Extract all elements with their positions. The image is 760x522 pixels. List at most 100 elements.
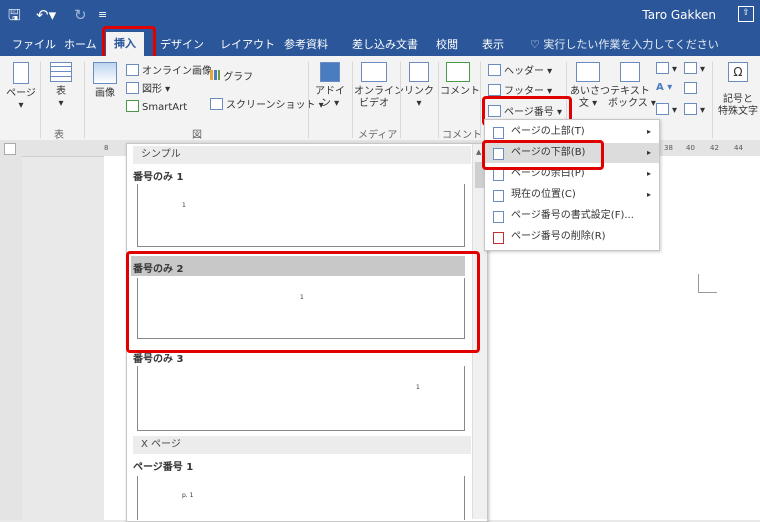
wordart-button[interactable]: A ▾ — [656, 82, 672, 93]
picture-button[interactable]: 画像 — [90, 62, 120, 100]
vertical-ruler[interactable] — [0, 156, 22, 520]
greeting-icon — [576, 62, 600, 82]
footer-icon — [488, 84, 501, 96]
divider — [84, 62, 85, 138]
signature-line-button[interactable]: ▾ — [684, 62, 705, 75]
store-icon — [320, 62, 340, 82]
tab-file[interactable]: ファイル — [12, 36, 56, 52]
divider — [308, 62, 309, 138]
page-number-menu[interactable]: ページの上部(T) ▸ ページの下部(B) ▸ ページの余白(P) ▸ 現在の位… — [484, 119, 660, 251]
online-pictures-button[interactable]: オンライン画像 — [126, 62, 212, 77]
chart-icon — [210, 70, 220, 80]
group-comment-label: コメント — [442, 130, 482, 141]
link-button[interactable]: リンク ▾ — [404, 62, 434, 110]
user-name[interactable]: Taro Gakken — [642, 8, 716, 22]
textbox-icon — [620, 62, 640, 82]
screenshot-button[interactable]: スクリーンショット ▾ — [210, 96, 324, 111]
smartart-icon — [126, 100, 139, 112]
date-time-button[interactable] — [684, 82, 700, 95]
undo-icon[interactable]: ↶▾ — [36, 6, 56, 24]
object-icon — [684, 103, 697, 115]
date-icon — [684, 82, 697, 94]
greeting-button[interactable]: あいさつ文 ▾ — [570, 62, 610, 110]
current-position-icon — [493, 190, 504, 202]
addins-button[interactable]: アドイン ▾ — [312, 62, 348, 110]
object-button[interactable]: ▾ — [684, 103, 705, 116]
scroll-up-icon[interactable]: ▲ — [476, 148, 481, 156]
remove-icon — [493, 232, 504, 244]
comment-icon — [446, 62, 470, 82]
redo-icon[interactable]: ↻ — [74, 6, 87, 24]
save-icon[interactable]: 🖫 — [8, 6, 21, 24]
page-icon — [13, 62, 29, 84]
gallery-item-page-x-1[interactable]: p. 1 — [137, 476, 465, 520]
drop-cap-button[interactable]: ▾ — [656, 103, 677, 116]
divider — [480, 62, 481, 138]
tab-review[interactable]: 校閲 — [436, 36, 458, 52]
tab-home[interactable]: ホーム — [64, 36, 97, 52]
ribbon-display-options-icon[interactable]: ⇧ — [738, 6, 754, 22]
comment-button[interactable]: コメント — [440, 62, 480, 98]
divider — [712, 62, 713, 138]
submenu-arrow-icon: ▸ — [646, 190, 651, 199]
shapes-button[interactable]: 図形 ▾ — [126, 80, 170, 95]
online-video-button[interactable]: オンライン ビデオ — [354, 62, 404, 110]
lightbulb-icon: ♡ — [530, 38, 544, 51]
textbox-button[interactable]: テキスト ボックス ▾ — [608, 62, 656, 110]
submenu-arrow-icon: ▸ — [646, 127, 651, 136]
submenu-arrow-icon: ▸ — [646, 148, 651, 157]
symbols-button[interactable]: Ω 記号と 特殊文字 — [716, 62, 760, 118]
gallery-item-plain-number-1[interactable]: 1 — [137, 184, 465, 247]
smartart-button[interactable]: SmartArt — [126, 100, 187, 113]
quick-parts-icon — [656, 62, 669, 74]
menu-item-current-position[interactable]: 現在の位置(C) ▸ — [485, 185, 659, 205]
table-button[interactable]: 表 ▾ — [46, 62, 76, 110]
highlight-plain-number-2 — [126, 251, 480, 353]
group-table-label: 表 — [54, 130, 64, 141]
group-media-label: メディア — [358, 130, 398, 141]
drop-cap-icon — [656, 103, 669, 115]
gallery-item-label: ページ番号 1 — [133, 462, 194, 473]
page-top-icon — [493, 127, 504, 139]
pages-button[interactable]: ページ ▾ — [6, 62, 36, 112]
gallery-item-label: 番号のみ 1 — [133, 172, 184, 183]
margin-corner-mark — [698, 274, 717, 293]
signature-icon — [684, 62, 697, 74]
link-icon — [409, 62, 429, 82]
group-figure-label: 図 — [192, 130, 202, 141]
menu-item-top-of-page[interactable]: ページの上部(T) ▸ — [485, 122, 659, 142]
tab-selector-icon[interactable] — [4, 143, 16, 155]
divider — [352, 62, 353, 138]
screenshot-icon — [210, 98, 223, 110]
menu-item-format-page-numbers[interactable]: ページ番号の書式設定(F)... — [485, 206, 659, 226]
online-picture-icon — [126, 64, 139, 76]
footer-button[interactable]: フッター ▾ — [488, 82, 552, 97]
gallery-section-header: シンプル — [133, 146, 471, 164]
quick-parts-button[interactable]: ▾ — [656, 62, 677, 75]
header-button[interactable]: ヘッダー ▾ — [488, 62, 552, 77]
tab-design[interactable]: デザイン — [160, 36, 204, 52]
highlight-bottom-of-page — [482, 140, 604, 170]
divider — [40, 62, 41, 138]
tab-view[interactable]: 表示 — [482, 36, 504, 52]
video-icon — [361, 62, 387, 82]
tell-me-search[interactable]: ♡ 実行したい作業を入力してください — [530, 36, 719, 52]
tab-references[interactable]: 参考資料 — [284, 36, 328, 52]
gallery-item-plain-number-3[interactable]: 1 — [137, 366, 465, 431]
divider — [400, 62, 401, 138]
omega-icon: Ω — [728, 62, 748, 82]
tab-mailings[interactable]: 差し込み文書 — [352, 36, 418, 52]
tab-layout[interactable]: レイアウト — [220, 36, 275, 52]
menu-item-remove-page-numbers[interactable]: ページ番号の削除(R) — [485, 227, 659, 247]
picture-icon — [93, 62, 117, 84]
format-icon — [493, 211, 504, 223]
wordart-icon: A — [656, 82, 664, 93]
customize-qat-icon[interactable]: ≡ — [98, 6, 107, 24]
highlight-insert-tab — [102, 26, 156, 60]
submenu-arrow-icon: ▸ — [646, 169, 651, 178]
table-icon — [50, 62, 72, 82]
header-icon — [488, 64, 501, 76]
chart-button[interactable]: グラフ — [210, 68, 253, 83]
divider — [438, 62, 439, 138]
page-margin-icon — [493, 169, 504, 181]
